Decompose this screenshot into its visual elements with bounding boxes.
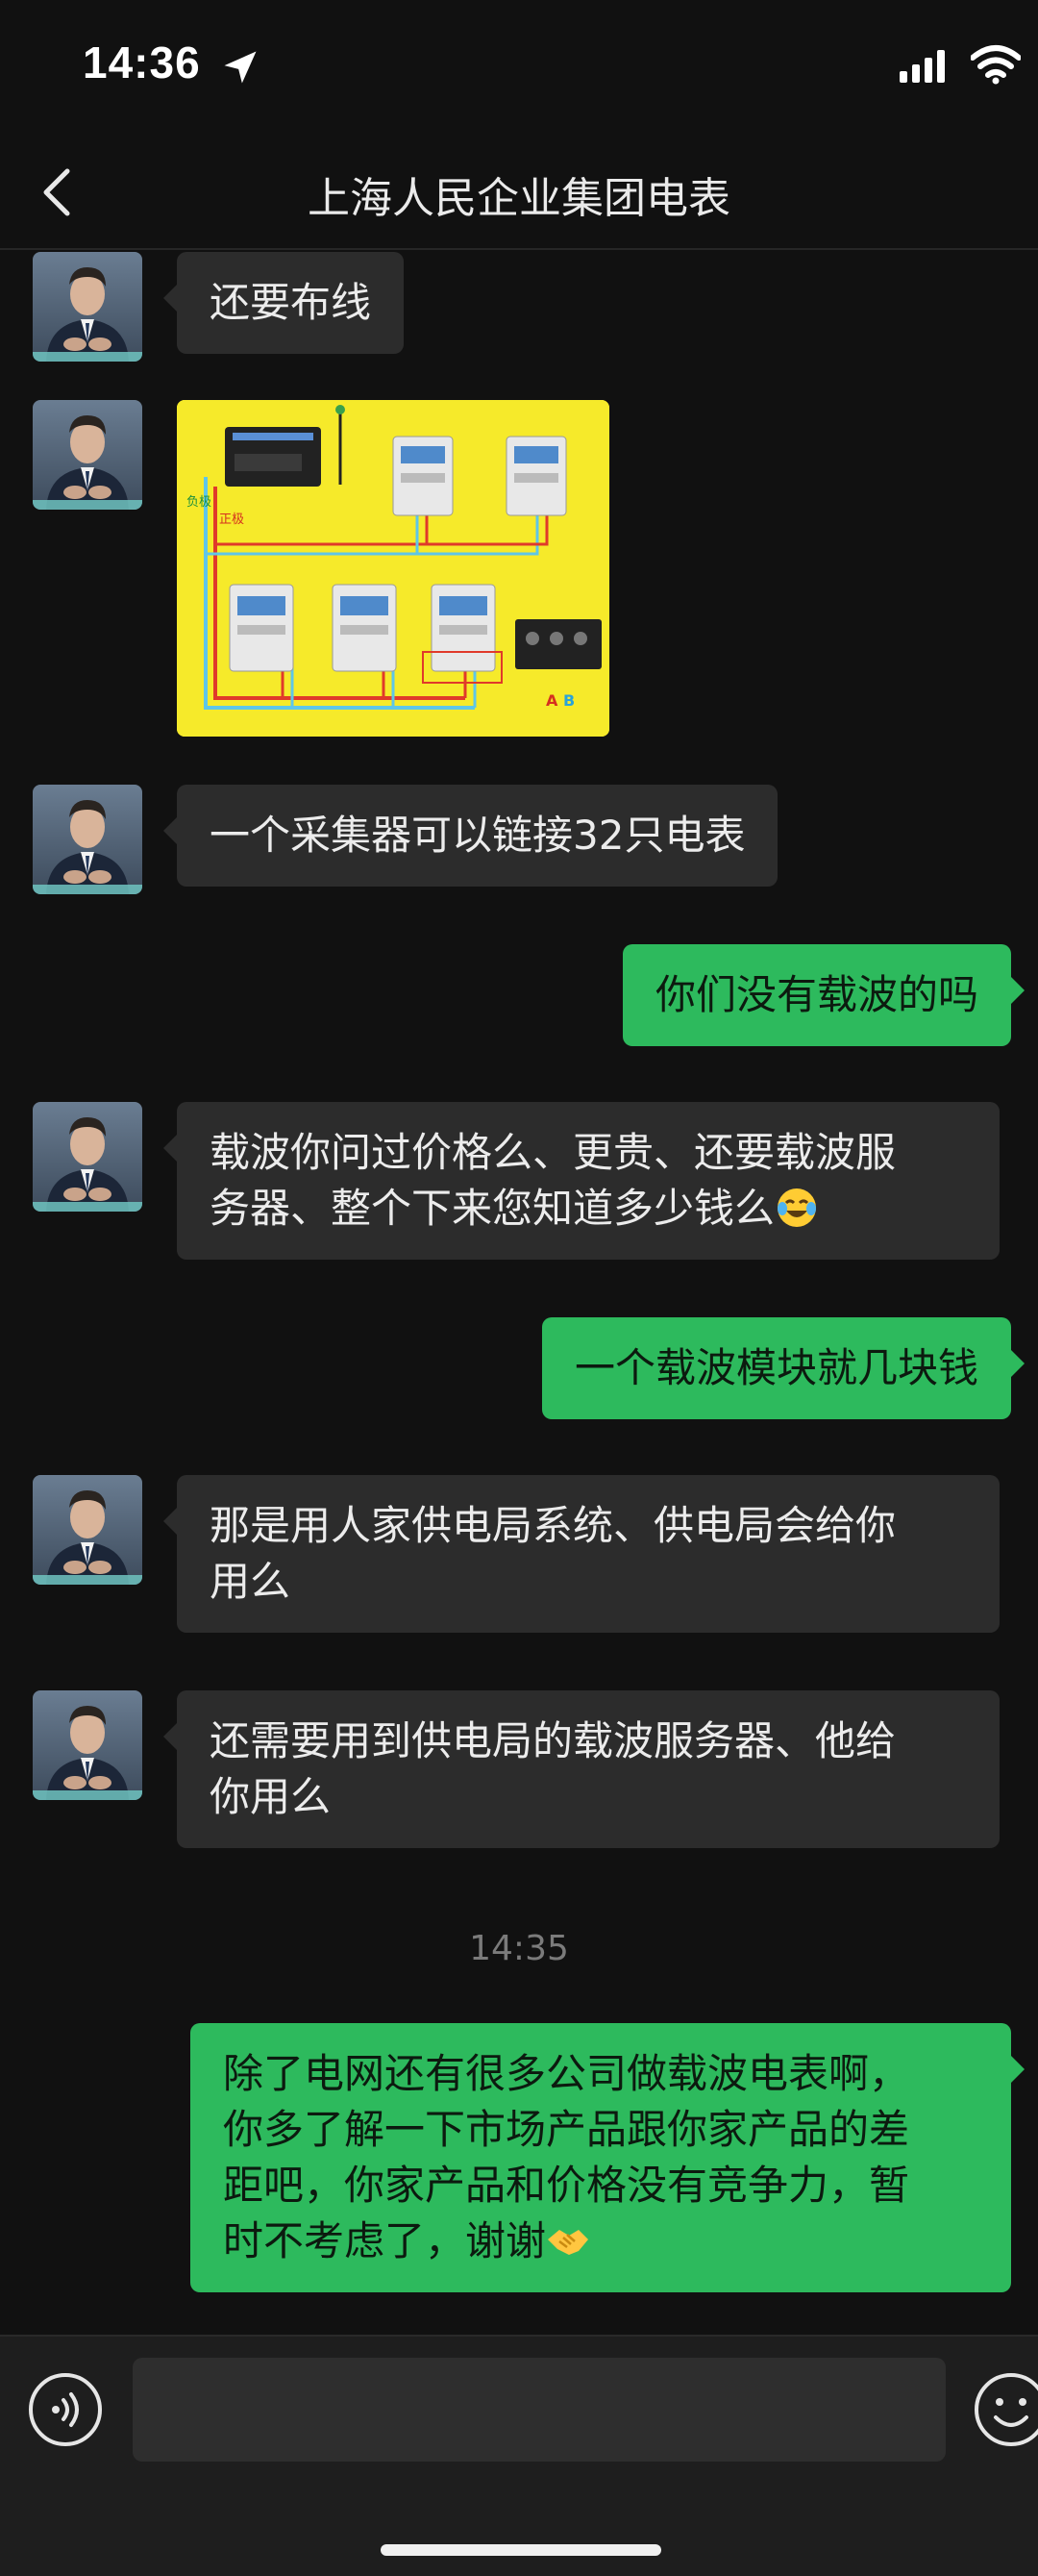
message-text-line: 用么 [210,1558,291,1605]
voice-input-icon[interactable] [27,2371,104,2448]
cellular-signal-icon [900,50,945,83]
home-indicator[interactable] [381,2544,661,2556]
incoming-message[interactable]: 一个采集器可以链接32只电表 [162,785,778,887]
incoming-message[interactable]: 载波你问过价格么、更贵、还要载波服 务器、整个下来您知道多少钱么 [163,1102,1000,1260]
handshake-emoji-icon [548,2230,589,2255]
message-text-line: 距吧，你家产品和价格没有竞争力，暂 [223,2162,910,2209]
status-bar: 14:36 [0,0,1038,135]
message-text-line: 还需要用到供电局的载波服务器、他给 [210,1717,897,1764]
location-arrow-icon [224,51,257,84]
wifi-icon [971,45,1021,85]
wire-label-negative: 负极 [186,495,211,510]
outgoing-message[interactable]: 除了电网还有很多公司做载波电表啊， 你多了解一下市场产品跟你家产品的差 距吧，你… [190,2023,1025,2292]
message-text: 你们没有载波的吗 [655,971,978,1018]
message-text-line: 时不考虑了，谢谢 [223,2217,547,2264]
emoji-picker-icon[interactable] [973,2371,1038,2448]
message-text-line: 除了电网还有很多公司做载波电表啊， [223,2050,910,2097]
message-text-line: 载波你问过价格么、更贵、还要载波服 [210,1129,897,1176]
wiring-diagram-image: 负极 正极 A B [177,400,609,737]
message-composer [0,2335,1038,2576]
message-timestamp: 14:35 [469,1929,569,1968]
image-message[interactable]: 负极 正极 A B [177,400,609,737]
message-text: 一个采集器可以链接32只电表 [210,812,746,859]
message-text-line: 你用么 [210,1773,332,1820]
message-text: 还要布线 [210,279,372,326]
contact-avatar[interactable] [33,400,142,510]
wire-label-positive: 正极 [219,513,244,527]
message-text-line: 你多了解一下市场产品跟你家产品的差 [223,2106,910,2153]
contact-avatar[interactable] [33,1690,142,1800]
contact-avatar[interactable] [33,785,142,894]
chat-header: 上海人民企业集团电表 [0,144,1038,250]
contact-avatar[interactable] [33,1102,142,1212]
terminal-label-a: A [546,691,558,710]
message-text-line: 那是用人家供电局系统、供电局会给你 [210,1502,897,1549]
message-text-line: 务器、整个下来您知道多少钱么 [210,1185,776,1232]
chat-title: 上海人民企业集团电表 [308,174,730,223]
message-input[interactable] [133,2358,946,2462]
message-text: 一个载波模块就几块钱 [574,1344,978,1391]
laughing-tears-emoji-icon [778,1188,817,1227]
incoming-message[interactable]: 那是用人家供电局系统、供电局会给你 用么 [163,1475,1000,1633]
contact-avatar[interactable] [33,252,142,362]
outgoing-message[interactable]: 一个载波模块就几块钱 [541,1317,1026,1419]
incoming-message[interactable]: 还需要用到供电局的载波服务器、他给 你用么 [163,1690,1000,1848]
contact-avatar[interactable] [33,1475,142,1585]
incoming-message[interactable]: 还要布线 [162,252,405,354]
outgoing-message[interactable]: 你们没有载波的吗 [622,944,1026,1046]
status-time: 14:36 [83,38,201,88]
terminal-label-b: B [563,691,575,710]
message-list[interactable]: 还要布线 负极 正极 A B 一个采集器可以链接32只电表 你们没有载波的吗 载… [0,252,1038,2329]
